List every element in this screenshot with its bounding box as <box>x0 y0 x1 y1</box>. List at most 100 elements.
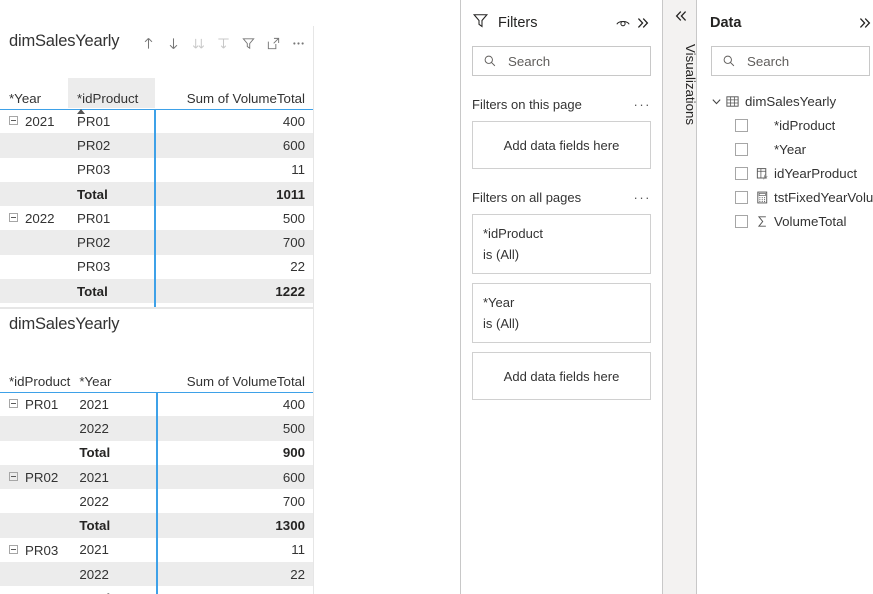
row-header-level1[interactable] <box>0 513 70 537</box>
row-header-level2[interactable]: PR03 <box>68 157 156 182</box>
table-row[interactable]: PR02 2021 600 <box>0 464 313 490</box>
row-header-level1[interactable]: PR01 <box>0 392 70 416</box>
data-search-input[interactable] <box>745 52 870 70</box>
row-header-level1[interactable] <box>0 562 70 586</box>
collapse-toggle-icon[interactable] <box>9 399 18 409</box>
row-header-level2[interactable]: Total <box>70 513 159 538</box>
collapse-pane-icon[interactable] <box>633 13 653 33</box>
table-row[interactable]: PR02 600 <box>0 133 313 158</box>
measure-value[interactable]: 11 <box>155 158 313 182</box>
measure-value[interactable]: 700 <box>157 489 313 513</box>
row-header-level1[interactable] <box>0 182 68 206</box>
measure-value[interactable]: 22 <box>157 562 313 586</box>
more-options-icon[interactable] <box>287 32 309 54</box>
table-row[interactable]: 2022 500 <box>0 416 313 441</box>
data-field-item[interactable]: *idProduct <box>697 113 873 137</box>
visualizations-pane-collapsed[interactable]: Visualizations <box>662 0 698 594</box>
row-header-level1[interactable] <box>0 441 70 465</box>
row-header-level1[interactable] <box>0 489 70 513</box>
measure-value[interactable]: 22 <box>155 255 313 279</box>
data-table-dimsalesyearly[interactable]: dimSalesYearly <box>697 90 873 113</box>
row-header-level1[interactable]: PR03 <box>0 538 70 562</box>
table-row[interactable]: Total 900 <box>0 440 313 465</box>
drill-down-toggle-icon[interactable] <box>162 32 184 54</box>
data-field-item[interactable]: *Year <box>697 137 873 161</box>
column-header-1[interactable]: *idProduct <box>0 361 70 391</box>
collapse-pane-icon[interactable] <box>855 13 873 33</box>
measure-value[interactable]: 1300 <box>157 513 313 537</box>
field-checkbox[interactable] <box>735 190 748 204</box>
more-options-icon[interactable]: ··· <box>634 98 652 111</box>
table-row[interactable]: PR01 2021 400 <box>0 392 313 417</box>
collapse-toggle-icon[interactable] <box>9 544 18 554</box>
drill-up-icon[interactable] <box>137 32 159 54</box>
measure-value[interactable]: 500 <box>155 206 313 230</box>
data-field-item[interactable]: tstFixedYearVolu... <box>697 185 873 209</box>
table-row[interactable]: PR03 22 <box>0 254 313 280</box>
matrix-visual-year-product[interactable]: dimSalesYearly *Year *idProduct Sum of V… <box>0 26 314 308</box>
data-field-item[interactable]: VolumeTotal <box>697 209 873 233</box>
matrix-visual-product-year[interactable]: dimSalesYearly *idProduct *Year Sum of Vol… <box>0 308 314 594</box>
more-options-icon[interactable]: ··· <box>634 191 652 204</box>
row-header-level2[interactable]: 2022 <box>70 416 159 441</box>
data-field-item[interactable]: fx idYearProduct <box>697 161 873 185</box>
data-search-box[interactable] <box>711 46 871 76</box>
row-header-level2[interactable]: Total <box>68 181 156 207</box>
column-header-2[interactable]: *idProduct <box>68 78 155 114</box>
field-checkbox[interactable] <box>735 214 748 228</box>
measure-value[interactable]: 1222 <box>155 279 313 303</box>
measure-value[interactable]: 700 <box>155 230 313 254</box>
row-header-level2[interactable]: Total <box>68 279 156 304</box>
filter-dropzone[interactable]: Add data fields here <box>472 352 651 400</box>
column-header-1[interactable]: *Year <box>0 78 68 108</box>
collapse-toggle-icon[interactable] <box>9 116 18 126</box>
chevron-down-icon[interactable] <box>711 96 725 107</box>
row-header-level1[interactable] <box>0 133 68 157</box>
table-row[interactable]: Total 1300 <box>0 513 313 538</box>
expand-pane-icon[interactable] <box>663 8 698 24</box>
collapse-toggle-icon[interactable] <box>9 472 18 482</box>
column-header-3[interactable]: Sum of VolumeTotal <box>157 361 313 391</box>
filter-dropzone[interactable]: Add data fields here <box>472 121 651 169</box>
row-header-level2[interactable]: 2022 <box>70 562 159 587</box>
matrix-table[interactable]: *idProduct *Year Sum of VolumeTotal PR01 202… <box>0 361 313 594</box>
row-header-level1[interactable]: PR02 <box>0 465 70 489</box>
row-header-level2[interactable]: 2021 <box>70 537 159 563</box>
filters-search-box[interactable] <box>472 46 651 76</box>
row-header-level2[interactable]: 2022 <box>70 489 159 514</box>
hide-filter-pane-icon[interactable] <box>613 13 633 33</box>
row-header-level1[interactable] <box>0 586 70 594</box>
row-header-level1[interactable] <box>0 230 68 254</box>
table-row[interactable]: PR03 2021 11 <box>0 537 313 563</box>
filter-card[interactable]: *idProduct is (All) <box>472 214 651 274</box>
row-header-level1[interactable] <box>0 416 70 440</box>
table-row[interactable]: PR03 11 <box>0 157 313 182</box>
measure-value[interactable]: 11 <box>157 538 313 562</box>
row-header-level2[interactable]: 2021 <box>70 464 159 490</box>
measure-value[interactable]: 900 <box>157 441 313 465</box>
row-header-level2[interactable]: PR03 <box>68 254 156 280</box>
row-header-level1[interactable] <box>0 158 68 182</box>
row-header-level2[interactable]: Total <box>70 586 159 594</box>
measure-value[interactable]: 400 <box>155 109 313 133</box>
measure-value[interactable]: 500 <box>157 416 313 440</box>
expand-all-down-icon[interactable] <box>187 32 209 54</box>
matrix-table[interactable]: *Year *idProduct Sum of VolumeTotal 2021 PR0… <box>0 78 313 307</box>
field-checkbox[interactable] <box>735 166 748 180</box>
row-header-level2[interactable]: 2021 <box>70 392 159 417</box>
table-row[interactable]: 2022 700 <box>0 489 313 514</box>
measure-value[interactable]: 600 <box>157 465 313 489</box>
filters-search-input[interactable] <box>506 52 650 70</box>
measure-value[interactable]: 33 <box>157 586 313 594</box>
focus-mode-icon[interactable] <box>262 32 284 54</box>
table-row[interactable]: 2022 PR01 500 <box>0 206 313 231</box>
row-header-level2[interactable]: PR02 <box>68 133 156 158</box>
measure-value[interactable]: 400 <box>157 392 313 416</box>
measure-value[interactable]: 1011 <box>155 182 313 206</box>
row-header-level1[interactable] <box>0 255 68 279</box>
collapse-toggle-icon[interactable] <box>9 213 18 223</box>
row-header-level2[interactable]: Total <box>70 440 159 465</box>
column-header-2[interactable]: *Year <box>70 361 157 391</box>
row-header-level2[interactable]: PR01 <box>68 206 156 231</box>
field-checkbox[interactable] <box>735 118 748 132</box>
